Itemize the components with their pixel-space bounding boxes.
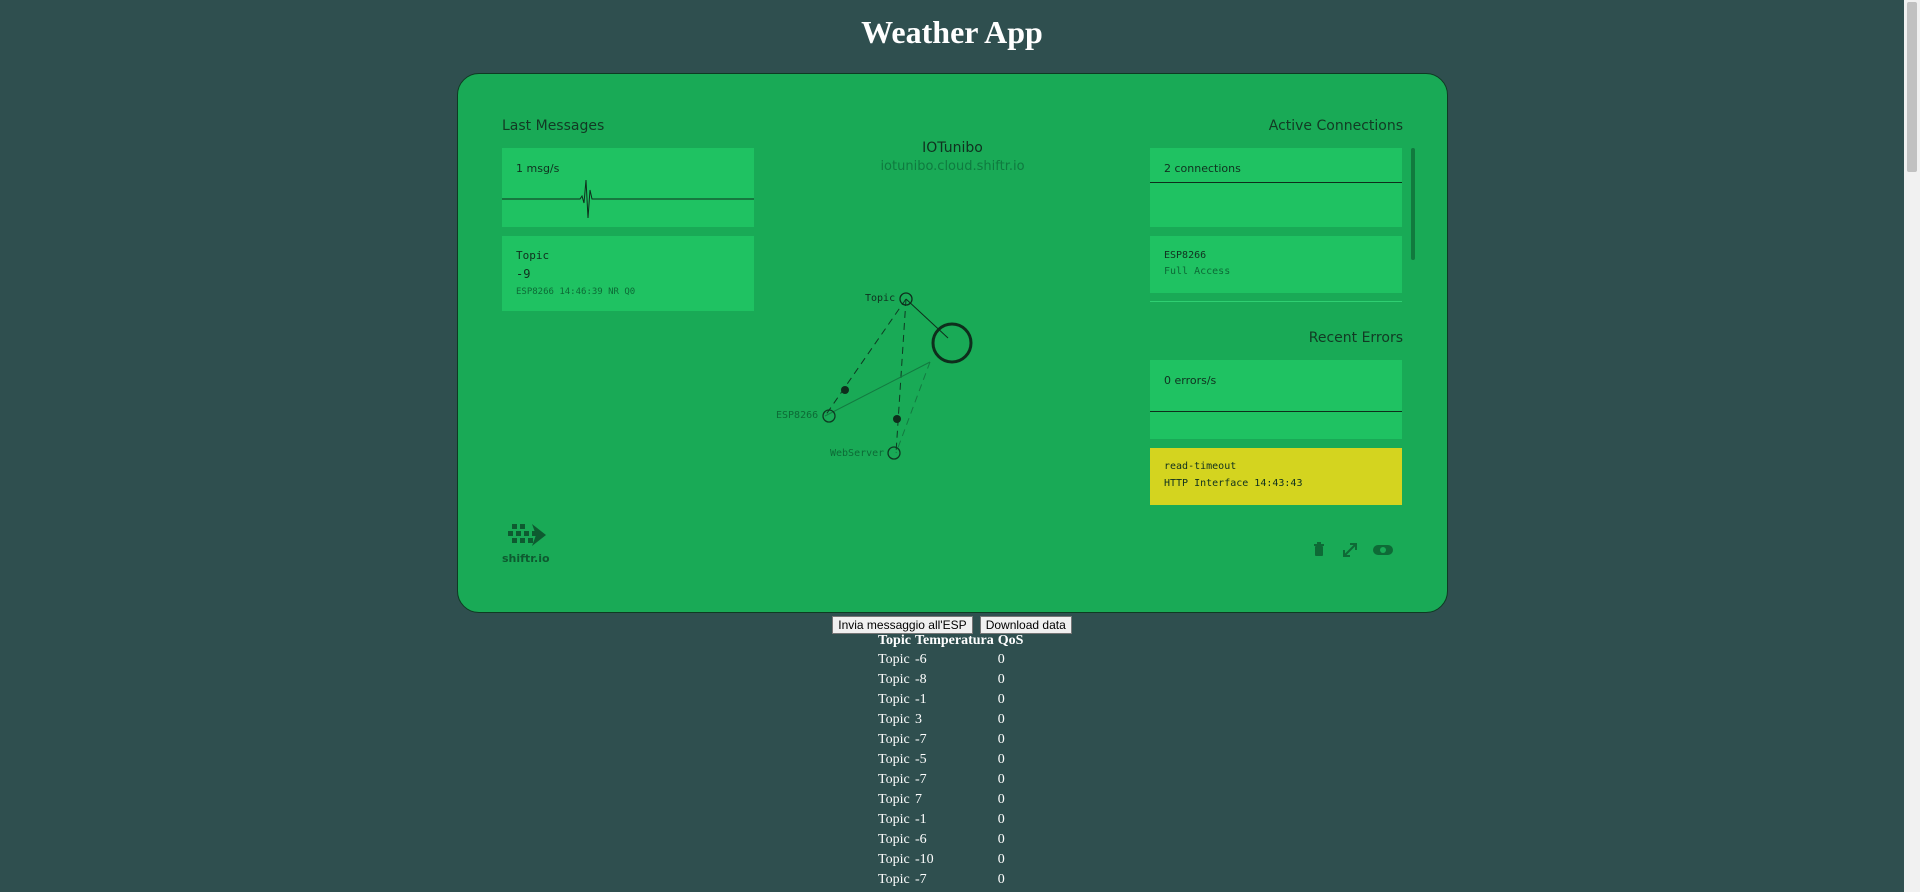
edge-topic-esp [824, 298, 907, 417]
cell-topic: Topic [878, 772, 910, 787]
node-esp8266 [822, 409, 836, 423]
page-title: Weather App [861, 14, 1043, 50]
node-label-esp8266: ESP8266 [776, 410, 819, 421]
node-topic [899, 292, 913, 306]
table-row: Topic -7 0 [876, 870, 1025, 890]
cell-temperatura: 7 [914, 792, 922, 807]
eye-icon[interactable] [1372, 541, 1394, 559]
connections-count: 2 connections [1164, 162, 1241, 175]
errors-rate-card: 0 errors/s [1150, 360, 1402, 439]
table-row: Topic 3 0 [876, 710, 1025, 730]
edge-topic-broker [905, 298, 949, 339]
table-header-row: Topic Temperatura QoS [876, 632, 1025, 650]
cell-topic: Topic [878, 852, 910, 867]
cell-temperatura: 3 [914, 712, 922, 727]
cell-topic: Topic [878, 652, 910, 667]
cell-qos: 0 [997, 772, 1005, 787]
table-row: Topic -1 0 [876, 690, 1025, 710]
cell-temperatura: -5 [914, 752, 927, 767]
message-dot [841, 386, 849, 394]
errors-rate: 0 errors/s [1164, 374, 1217, 387]
cell-topic: Topic [878, 812, 910, 827]
table-row: Topic -5 0 [876, 750, 1025, 770]
shiftr-dashboard[interactable]: Last Messages 1 msg/s Topic -9 ESP8266 1… [457, 73, 1448, 613]
cell-temperatura: -7 [914, 732, 927, 747]
cell-topic: Topic [878, 752, 910, 767]
table-row: Topic -7 0 [876, 770, 1025, 790]
node-label-topic: Topic [865, 293, 896, 304]
cell-qos: 0 [997, 832, 1005, 847]
table-row: Topic -1 0 [876, 810, 1025, 830]
header-qos: QoS [997, 633, 1024, 648]
node-broker [931, 322, 973, 364]
table-row: Topic -8 0 [876, 670, 1025, 690]
cell-qos: 0 [997, 852, 1005, 867]
shiftr-logo-text: shiftr.io [502, 552, 550, 565]
message-meta: ESP8266 14:46:39 NR Q0 [516, 287, 636, 297]
data-table: Topic Temperatura QoS Topic -6 0 Topic -8 0 To… [876, 632, 1025, 890]
last-messages-title: Last Messages [502, 118, 605, 134]
cell-qos: 0 [997, 692, 1005, 707]
connections-line [1150, 182, 1402, 183]
action-bar: Invia messaggio all'ESP Download data [0, 614, 1904, 634]
cell-qos: 0 [997, 672, 1005, 687]
cell-temperatura: -10 [914, 852, 934, 867]
connection-access: Full Access [1164, 266, 1231, 277]
cell-qos: 0 [997, 652, 1005, 667]
message-value: -9 [516, 267, 531, 281]
cell-topic: Topic [878, 672, 910, 687]
table-row: Topic -10 0 [876, 850, 1025, 870]
node-webserver [887, 446, 901, 460]
expand-icon[interactable] [1341, 541, 1359, 559]
cell-qos: 0 [997, 712, 1005, 727]
cell-qos: 0 [997, 872, 1005, 887]
cell-qos: 0 [997, 752, 1005, 767]
header-temperatura: Temperatura [914, 633, 994, 648]
connection-card-esp8266[interactable]: ESP8266 Full Access [1150, 236, 1402, 293]
cell-temperatura: -6 [914, 652, 927, 667]
recent-errors-title: Recent Errors [1308, 330, 1403, 346]
header-topic: Topic [878, 633, 911, 648]
edge-topic-webserver [895, 298, 907, 454]
page-scrollbar[interactable] [1904, 0, 1920, 892]
message-dot [893, 415, 901, 423]
error-meta: HTTP Interface 14:43:43 [1164, 478, 1303, 489]
last-message-card[interactable]: Topic -9 ESP8266 14:46:39 NR Q0 [502, 236, 754, 311]
message-topic: Topic [516, 249, 550, 262]
cell-temperatura: -7 [914, 772, 927, 787]
cell-temperatura: -7 [914, 872, 927, 887]
cell-temperatura: -1 [914, 692, 927, 707]
cell-qos: 0 [997, 792, 1005, 807]
scrollbar-thumb[interactable] [1907, 2, 1917, 172]
connections-scrollbar[interactable] [1411, 148, 1415, 260]
node-label-webserver: WebServer [830, 448, 885, 459]
cell-qos: 0 [997, 732, 1005, 747]
cell-qos: 0 [997, 812, 1005, 827]
table-row: Topic -7 0 [876, 730, 1025, 750]
edge-broker-webserver [895, 361, 931, 454]
table-row: Topic -6 0 [876, 830, 1025, 850]
cell-temperatura: -6 [914, 832, 927, 847]
active-connections-title: Active Connections [1268, 118, 1403, 134]
error-name: read-timeout [1164, 461, 1237, 472]
cell-topic: Topic [878, 872, 910, 887]
cell-topic: Topic [878, 712, 910, 727]
divider [1150, 301, 1402, 302]
connections-count-card: 2 connections [1150, 148, 1402, 227]
cell-temperatura: -1 [914, 812, 927, 827]
cell-topic: Topic [878, 732, 910, 747]
cell-topic: Topic [878, 692, 910, 707]
shiftr-logo-icon [508, 524, 546, 546]
cell-topic: Topic [878, 832, 910, 847]
error-card[interactable]: read-timeout HTTP Interface 14:43:43 [1150, 448, 1402, 505]
cell-topic: Topic [878, 792, 910, 807]
edge-broker-esp [824, 361, 931, 417]
table-row: Topic 7 0 [876, 790, 1025, 810]
trash-icon[interactable] [1310, 541, 1328, 559]
connection-name: ESP8266 [1164, 250, 1207, 261]
errors-line [1150, 411, 1402, 412]
cell-temperatura: -8 [914, 672, 927, 687]
table-row: Topic -6 0 [876, 650, 1025, 670]
